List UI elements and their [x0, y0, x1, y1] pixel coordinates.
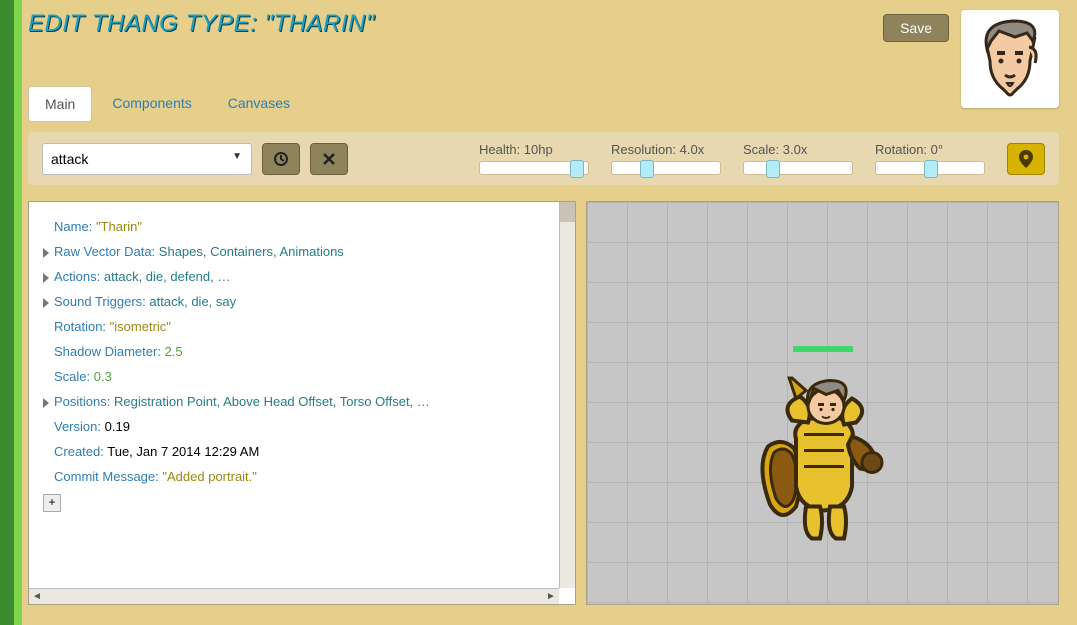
controls-bar: attack Health: 10hp Resolution: 4.0x Sca…	[28, 132, 1059, 185]
health-bar	[793, 346, 853, 352]
close-icon	[322, 152, 336, 166]
resolution-label: Resolution: 4.0x	[611, 142, 721, 157]
prop-name-val[interactable]: "Tharin"	[96, 219, 142, 234]
save-button[interactable]: Save	[883, 14, 949, 42]
prop-created-key: Created	[54, 444, 104, 459]
tab-components[interactable]: Components	[96, 86, 207, 122]
prop-raw-val[interactable]: Shapes, Containers, Animations	[159, 244, 344, 259]
scale-slider[interactable]	[743, 161, 853, 175]
prop-version-val[interactable]: 0.19	[105, 419, 130, 434]
expand-icon[interactable]	[43, 248, 49, 258]
pin-icon	[1019, 150, 1033, 168]
prop-shadow-val[interactable]: 2.5	[165, 344, 183, 359]
expand-icon[interactable]	[43, 273, 49, 283]
resolution-slider[interactable]	[611, 161, 721, 175]
tab-canvases[interactable]: Canvases	[212, 86, 306, 122]
prop-scale-key: Scale	[54, 369, 90, 384]
animation-select-wrap: attack	[42, 143, 252, 175]
prop-raw-key: Raw Vector Data	[54, 244, 155, 259]
avatar-face-icon	[975, 19, 1045, 99]
history-button[interactable]	[262, 143, 300, 175]
tab-bar: Main Components Canvases	[28, 86, 1059, 122]
prop-name-key: Name	[54, 219, 92, 234]
app-root: EDIT THANG TYPE: "THARIN" Save Main Comp…	[0, 0, 1077, 625]
prop-positions-val[interactable]: Registration Point, Above Head Offset, T…	[114, 394, 430, 409]
main-split: Name "Tharin" Raw Vector Data Shapes, Co…	[28, 201, 1059, 605]
animation-select[interactable]: attack	[42, 143, 252, 175]
prop-version-key: Version	[54, 419, 101, 434]
slider-group: Health: 10hp Resolution: 4.0x Scale: 3.0…	[479, 142, 1045, 175]
prop-commit-key: Commit Message	[54, 469, 159, 484]
avatar	[961, 10, 1059, 108]
clear-button[interactable]	[310, 143, 348, 175]
character-sprite	[748, 377, 898, 562]
prop-commit-val[interactable]: "Added portrait."	[162, 469, 257, 484]
rotation-label: Rotation: 0°	[875, 142, 985, 157]
preview-canvas[interactable]	[586, 201, 1059, 605]
prop-scale-val[interactable]: 0.3	[94, 369, 112, 384]
history-icon	[273, 151, 289, 167]
prop-created-val[interactable]: Tue, Jan 7 2014 12:29 AM	[107, 444, 259, 459]
prop-actions-key: Actions	[54, 269, 100, 284]
prop-positions-key: Positions	[54, 394, 110, 409]
prop-actions-val[interactable]: attack, die, defend, …	[104, 269, 230, 284]
prop-rotation-key: Rotation	[54, 319, 106, 334]
rotation-slider[interactable]	[875, 161, 985, 175]
prop-rotation-val[interactable]: "isometric"	[110, 319, 171, 334]
pin-button[interactable]	[1007, 143, 1045, 175]
tab-main[interactable]: Main	[28, 86, 92, 122]
prop-sound-key: Sound Triggers	[54, 294, 146, 309]
add-property-button[interactable]: +	[43, 494, 61, 512]
health-slider[interactable]	[479, 161, 589, 175]
horizontal-scrollbar[interactable]: ◄►	[29, 588, 559, 604]
expand-icon[interactable]	[43, 298, 49, 308]
health-label: Health: 10hp	[479, 142, 589, 157]
page-title: EDIT THANG TYPE: "THARIN"	[28, 10, 871, 38]
scale-label: Scale: 3.0x	[743, 142, 853, 157]
property-tree: Name "Tharin" Raw Vector Data Shapes, Co…	[28, 201, 576, 605]
prop-sound-val[interactable]: attack, die, say	[149, 294, 236, 309]
expand-icon[interactable]	[43, 398, 49, 408]
vertical-scrollbar[interactable]	[559, 202, 575, 588]
prop-shadow-key: Shadow Diameter	[54, 344, 161, 359]
